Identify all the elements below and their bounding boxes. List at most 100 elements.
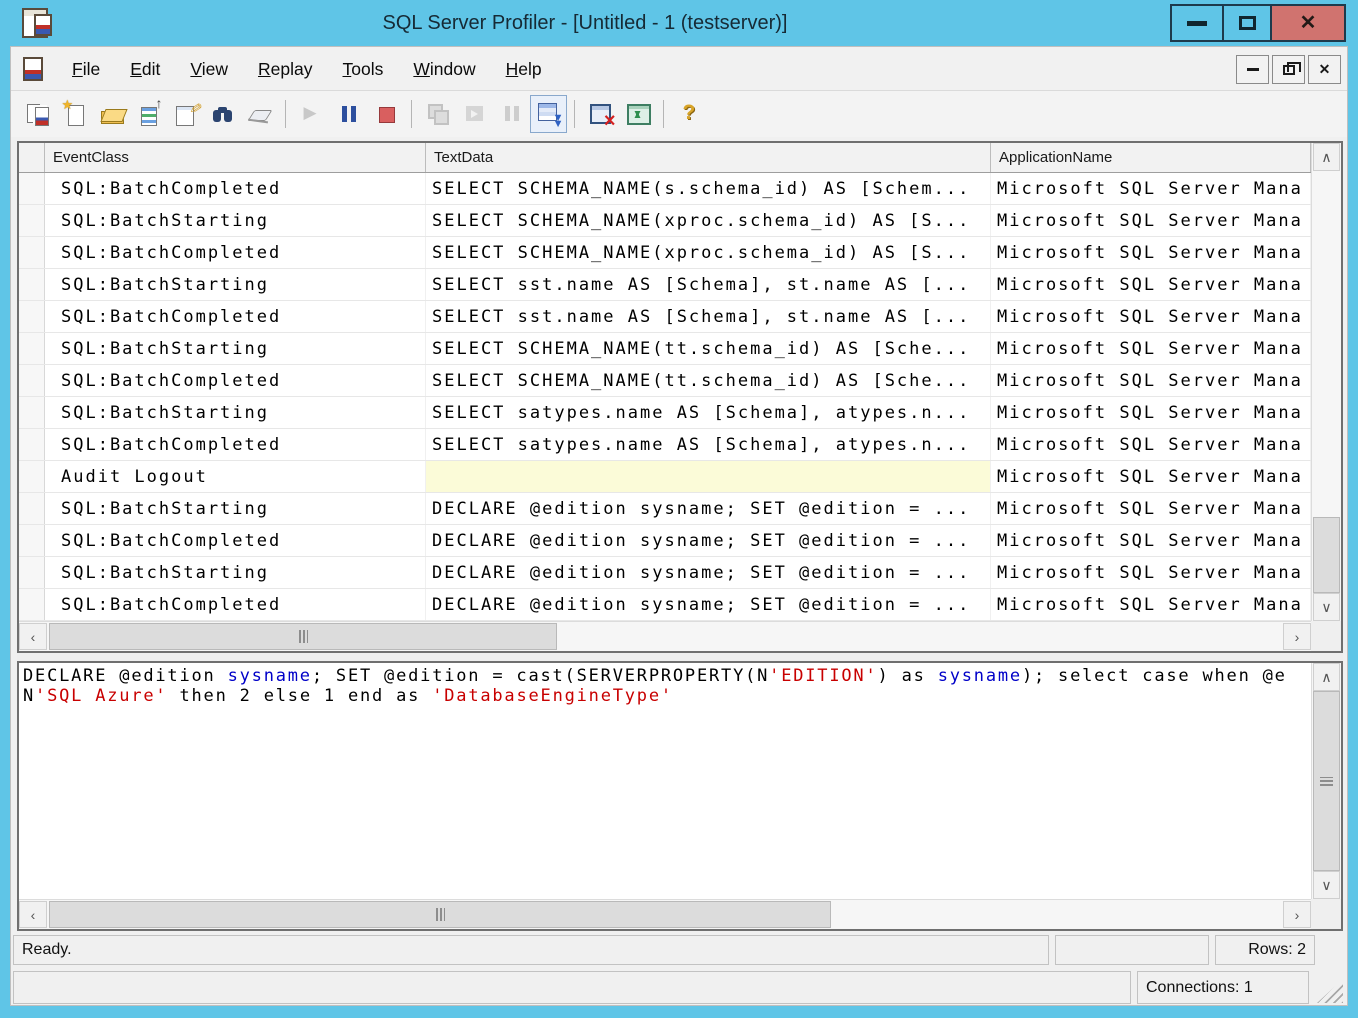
scroll-left-icon[interactable]: ‹ xyxy=(19,901,47,928)
table-row[interactable]: SQL:BatchCompletedSELECT SCHEMA_NAME(s.s… xyxy=(19,173,1311,205)
scroll-up-icon[interactable]: ∧ xyxy=(1313,143,1340,171)
table-row[interactable]: SQL:BatchCompletedDECLARE @edition sysna… xyxy=(19,525,1311,557)
row-marker xyxy=(19,333,45,364)
pause-button[interactable] xyxy=(330,95,367,133)
mdi-restore-button[interactable] xyxy=(1272,55,1305,84)
table-row[interactable]: SQL:BatchStartingSELECT SCHEMA_NAME(xpro… xyxy=(19,205,1311,237)
help-button[interactable] xyxy=(671,95,708,133)
thumb-grip xyxy=(1320,777,1333,786)
window-title: SQL Server Profiler - [Untitled - 1 (tes… xyxy=(0,0,1170,46)
grid-vscroll-thumb[interactable] xyxy=(1313,517,1340,593)
scroll-right-icon[interactable]: › xyxy=(1283,901,1311,928)
open-file-button[interactable] xyxy=(93,95,130,133)
detail-hscroll-thumb[interactable] xyxy=(49,901,831,928)
breakpoint-button[interactable] xyxy=(493,95,530,133)
cell-applicationname: Microsoft SQL Server Mana xyxy=(991,493,1311,524)
column-header-applicationname[interactable]: ApplicationName xyxy=(991,143,1311,172)
row-marker xyxy=(19,205,45,236)
cell-eventclass: SQL:BatchCompleted xyxy=(45,365,426,396)
table-row[interactable]: SQL:BatchStartingDECLARE @edition sysnam… xyxy=(19,557,1311,589)
play-icon xyxy=(299,101,325,127)
scroll-down-icon[interactable]: ∨ xyxy=(1313,593,1340,621)
toolbar-separator xyxy=(285,100,286,128)
cell-applicationname: Microsoft SQL Server Mana xyxy=(991,557,1311,588)
mdi-window-controls: ✕ xyxy=(1236,55,1341,84)
menu-item-window[interactable]: Window xyxy=(398,47,490,91)
table-row[interactable]: SQL:BatchStartingDECLARE @edition sysnam… xyxy=(19,493,1311,525)
grid-vertical-scrollbar[interactable]: ∧ ∨ xyxy=(1311,143,1341,621)
detail-vertical-scrollbar[interactable]: ∧ ∨ xyxy=(1311,663,1341,899)
new-trace-button[interactable] xyxy=(19,95,56,133)
menu-item-replay[interactable]: Replay xyxy=(243,47,327,91)
maximize-button[interactable] xyxy=(1222,4,1272,42)
cell-eventclass: SQL:BatchCompleted xyxy=(45,173,426,204)
minimize-button[interactable] xyxy=(1170,4,1224,42)
cell-eventclass: SQL:BatchCompleted xyxy=(45,525,426,556)
table-row[interactable]: SQL:BatchStartingSELECT SCHEMA_NAME(tt.s… xyxy=(19,333,1311,365)
scrollbar-corner xyxy=(1311,621,1341,651)
table-row[interactable]: SQL:BatchStartingSELECT satypes.name AS … xyxy=(19,397,1311,429)
eraser-button[interactable] xyxy=(241,95,278,133)
monitor-button[interactable] xyxy=(619,95,656,133)
mdi-minimize-button[interactable] xyxy=(1236,55,1269,84)
cell-textdata: SELECT SCHEMA_NAME(xproc.schema_id) AS [… xyxy=(426,205,991,236)
stop-button[interactable] xyxy=(367,95,404,133)
mdi-child-icon[interactable] xyxy=(23,57,43,81)
cell-textdata: SELECT satypes.name AS [Schema], atypes.… xyxy=(426,397,991,428)
maximize-icon xyxy=(1239,16,1256,30)
menu-item-file[interactable]: File xyxy=(57,47,115,91)
detail-horizontal-scrollbar[interactable]: ‹ › xyxy=(19,899,1311,929)
cell-applicationname: Microsoft SQL Server Mana xyxy=(991,269,1311,300)
table-row[interactable]: SQL:BatchCompletedSELECT SCHEMA_NAME(tt.… xyxy=(19,365,1311,397)
cell-applicationname: Microsoft SQL Server Mana xyxy=(991,429,1311,460)
table-row[interactable]: SQL:BatchCompletedDECLARE @edition sysna… xyxy=(19,589,1311,621)
new-template-button[interactable] xyxy=(56,95,93,133)
table-row[interactable]: SQL:BatchCompletedSELECT SCHEMA_NAME(xpr… xyxy=(19,237,1311,269)
cell-textdata: SELECT SCHEMA_NAME(xproc.schema_id) AS [… xyxy=(426,237,991,268)
play-button[interactable] xyxy=(293,95,330,133)
row-marker xyxy=(19,173,45,204)
table-row[interactable]: SQL:BatchCompletedSELECT satypes.name AS… xyxy=(19,429,1311,461)
scroll-right-icon[interactable]: › xyxy=(1283,623,1311,650)
organize-button[interactable] xyxy=(582,95,619,133)
properties-button[interactable] xyxy=(167,95,204,133)
menu-item-view[interactable]: View xyxy=(175,47,243,91)
table-row[interactable]: SQL:BatchCompletedSELECT sst.name AS [Sc… xyxy=(19,301,1311,333)
status-bar: Ready. Rows: 2 xyxy=(13,935,1347,967)
mdi-close-button[interactable]: ✕ xyxy=(1308,55,1341,84)
resize-grip[interactable] xyxy=(1317,979,1343,1003)
toolbar-separator xyxy=(411,100,412,128)
cell-applicationname: Microsoft SQL Server Mana xyxy=(991,397,1311,428)
find-icon xyxy=(210,101,236,127)
toolbar-separator xyxy=(574,100,575,128)
autoscroll-button[interactable] xyxy=(530,95,567,133)
scroll-down-icon[interactable]: ∨ xyxy=(1313,871,1340,899)
grid-hscroll-thumb[interactable] xyxy=(49,623,557,650)
cell-textdata: SELECT SCHEMA_NAME(s.schema_id) AS [Sche… xyxy=(426,173,991,204)
close-button[interactable]: ✕ xyxy=(1270,4,1346,42)
menu-item-tools[interactable]: Tools xyxy=(328,47,399,91)
sql-text-view[interactable]: DECLARE @edition sysname; SET @edition =… xyxy=(19,663,1311,899)
status-spacer-panel xyxy=(1055,935,1209,965)
column-header-eventclass[interactable]: EventClass xyxy=(45,143,426,172)
column-header-textdata[interactable]: TextData xyxy=(426,143,991,172)
row-marker xyxy=(19,525,45,556)
monitor-icon xyxy=(625,101,651,127)
open-table-button[interactable] xyxy=(130,95,167,133)
runto-button[interactable] xyxy=(456,95,493,133)
scroll-left-icon[interactable]: ‹ xyxy=(19,623,47,650)
mdi-close-icon: ✕ xyxy=(1319,61,1331,78)
table-row[interactable]: SQL:BatchStartingSELECT sst.name AS [Sch… xyxy=(19,269,1311,301)
grid-horizontal-scrollbar[interactable]: ‹ › xyxy=(19,621,1311,651)
cell-textdata: DECLARE @edition sysname; SET @edition =… xyxy=(426,525,991,556)
detail-vscroll-thumb[interactable] xyxy=(1313,691,1340,871)
pane-splitter[interactable] xyxy=(17,653,1343,661)
step-button[interactable] xyxy=(419,95,456,133)
scroll-up-icon[interactable]: ∧ xyxy=(1313,663,1340,691)
find-button[interactable] xyxy=(204,95,241,133)
menu-item-edit[interactable]: Edit xyxy=(115,47,175,91)
cell-eventclass: SQL:BatchStarting xyxy=(45,269,426,300)
menu-item-help[interactable]: Help xyxy=(491,47,557,91)
table-row[interactable]: Audit LogoutMicrosoft SQL Server Mana xyxy=(19,461,1311,493)
cell-textdata: DECLARE @edition sysname; SET @edition =… xyxy=(426,589,991,620)
